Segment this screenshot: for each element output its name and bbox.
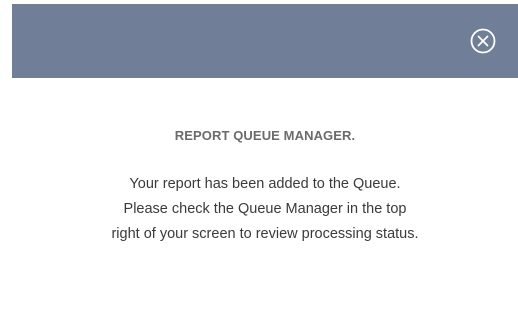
message-line: Your report has been added to the Queue. — [129, 176, 401, 192]
modal-title: REPORT QUEUE MANAGER. — [174, 128, 356, 143]
page: REPORT QUEUE MANAGER. Your report has be… — [0, 0, 518, 326]
close-button[interactable] — [470, 28, 496, 54]
close-circle-icon — [470, 28, 496, 54]
modal-body: REPORT QUEUE MANAGER. Your report has be… — [12, 78, 518, 326]
report-queue-modal: REPORT QUEUE MANAGER. Your report has be… — [12, 4, 518, 326]
message-line: Please check the Queue Manager in the to… — [123, 201, 407, 217]
message-line: right of your screen to review processin… — [111, 226, 419, 242]
modal-message: Your report has been added to the Queue.… — [12, 172, 518, 247]
background-strip — [0, 0, 12, 326]
modal-header — [12, 4, 518, 78]
